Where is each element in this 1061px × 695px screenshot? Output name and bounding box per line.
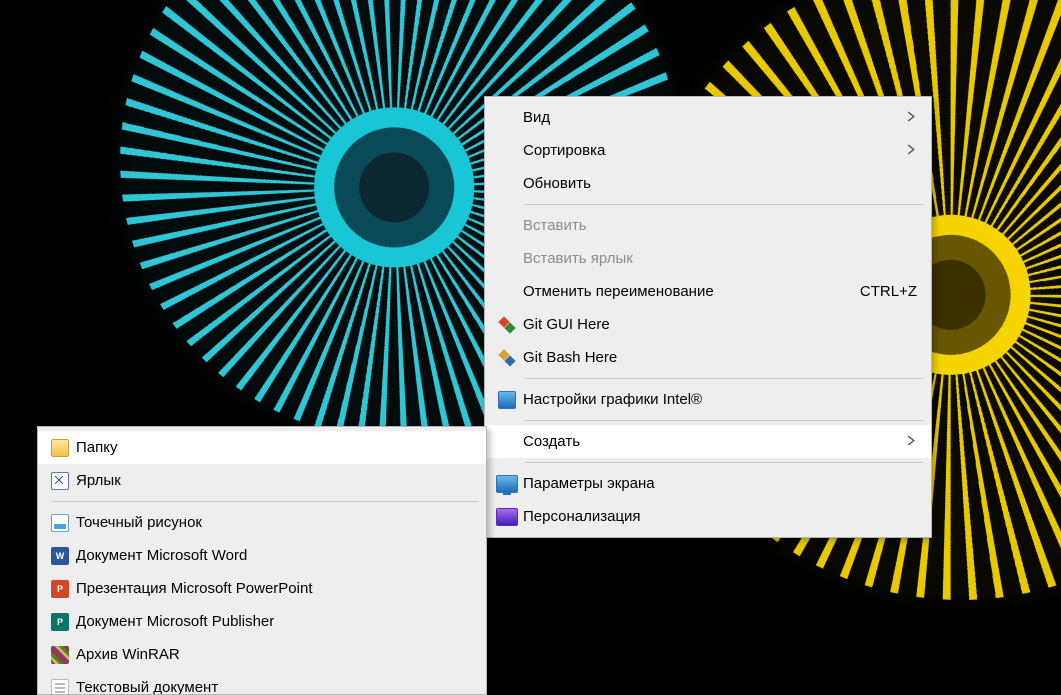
submenu-item-publisher[interactable]: P Документ Microsoft Publisher [38, 605, 486, 638]
submenu-arrow-icon [906, 142, 917, 159]
menu-item-label: Вставить [523, 217, 917, 234]
menu-separator [525, 462, 923, 463]
menu-item-label: Настройки графики Intel® [523, 391, 917, 408]
menu-item-label: Архив WinRAR [76, 646, 472, 663]
publisher-icon: P [44, 613, 76, 631]
text-file-icon [44, 679, 76, 695]
menu-item-label: Ярлык [76, 472, 472, 489]
menu-item-label: Документ Microsoft Word [76, 547, 472, 564]
menu-item-label: Текстовый документ [76, 679, 472, 695]
menu-item-refresh[interactable]: Обновить [485, 167, 931, 200]
menu-separator [525, 204, 923, 205]
personalize-icon [491, 508, 523, 526]
powerpoint-icon: P [44, 580, 76, 598]
git-bash-icon [491, 349, 523, 367]
menu-item-label: Презентация Microsoft PowerPoint [76, 580, 472, 597]
menu-item-label: Документ Microsoft Publisher [76, 613, 472, 630]
submenu-arrow-icon [906, 433, 917, 450]
menu-item-label: Параметры экрана [523, 475, 917, 492]
git-gui-icon [491, 316, 523, 334]
menu-item-label: Точечный рисунок [76, 514, 472, 531]
menu-item-personalize[interactable]: Персонализация [485, 500, 931, 533]
menu-item-git-gui[interactable]: Git GUI Here [485, 308, 931, 341]
menu-item-git-bash[interactable]: Git Bash Here [485, 341, 931, 374]
menu-item-label: Сортировка [523, 142, 886, 159]
submenu-item-folder[interactable]: Папку [38, 431, 486, 464]
menu-item-view[interactable]: Вид [485, 101, 931, 134]
menu-item-create[interactable]: Создать [485, 425, 931, 458]
intel-graphics-icon [491, 391, 523, 409]
menu-separator [52, 501, 478, 502]
folder-icon [44, 439, 76, 457]
menu-item-display-settings[interactable]: Параметры экрана [485, 467, 931, 500]
menu-item-label: Git GUI Here [523, 316, 917, 333]
menu-item-label: Создать [523, 433, 886, 450]
menu-item-label: Обновить [523, 175, 917, 192]
menu-item-paste-shortcut: Вставить ярлык [485, 242, 931, 275]
menu-item-sort[interactable]: Сортировка [485, 134, 931, 167]
bitmap-icon [44, 514, 76, 532]
menu-item-label: Отменить переименование [523, 283, 840, 300]
menu-item-intel-graphics[interactable]: Настройки графики Intel® [485, 383, 931, 416]
display-settings-icon [491, 475, 523, 493]
submenu-item-powerpoint[interactable]: P Презентация Microsoft PowerPoint [38, 572, 486, 605]
word-icon: W [44, 547, 76, 565]
menu-separator [525, 378, 923, 379]
menu-item-label: Персонализация [523, 508, 917, 525]
menu-item-undo-rename[interactable]: Отменить переименование CTRL+Z [485, 275, 931, 308]
submenu-item-winrar[interactable]: Архив WinRAR [38, 638, 486, 671]
submenu-arrow-icon [906, 109, 917, 126]
menu-item-label: Git Bash Here [523, 349, 917, 366]
winrar-icon [44, 646, 76, 664]
menu-separator [525, 420, 923, 421]
menu-item-label: Вид [523, 109, 886, 126]
menu-shortcut: CTRL+Z [860, 283, 917, 300]
desktop-context-menu: Вид Сортировка Обновить Вставить Вставит… [484, 96, 932, 538]
menu-item-paste: Вставить [485, 209, 931, 242]
submenu-item-text[interactable]: Текстовый документ [38, 671, 486, 695]
submenu-item-bitmap[interactable]: Точечный рисунок [38, 506, 486, 539]
submenu-item-shortcut[interactable]: Ярлык [38, 464, 486, 497]
menu-item-label: Папку [76, 439, 472, 456]
create-submenu: Папку Ярлык Точечный рисунок W Документ … [37, 426, 487, 695]
shortcut-icon [44, 472, 76, 490]
submenu-item-word[interactable]: W Документ Microsoft Word [38, 539, 486, 572]
menu-item-label: Вставить ярлык [523, 250, 917, 267]
